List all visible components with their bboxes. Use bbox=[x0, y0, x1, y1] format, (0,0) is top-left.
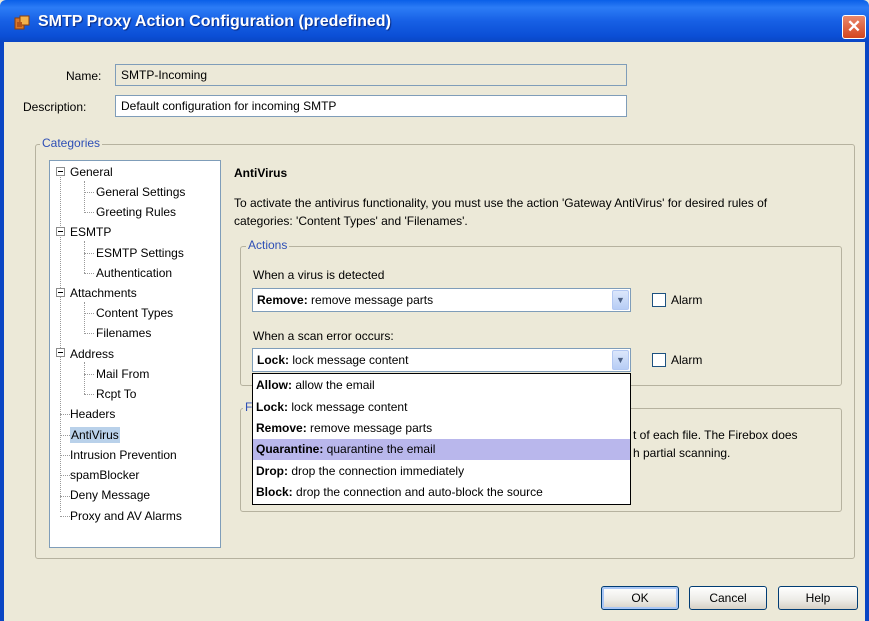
collapse-icon[interactable] bbox=[56, 288, 65, 297]
scan-error-action-dropdown[interactable]: Allow: allow the email Lock: lock messag… bbox=[252, 373, 631, 505]
tree-branch-line bbox=[60, 414, 70, 415]
category-tree[interactable]: General General Settings Greeting Rules … bbox=[49, 160, 221, 548]
tree-branch-line bbox=[60, 496, 70, 497]
tree-root-line bbox=[60, 175, 61, 512]
scan-action-text: lock message content bbox=[289, 353, 409, 367]
tree-branch-line bbox=[84, 374, 94, 375]
tree-branch-line bbox=[84, 302, 85, 334]
scan-error-action-select[interactable]: Lock: lock message content ▼ bbox=[252, 348, 631, 372]
name-field: SMTP-Incoming bbox=[115, 64, 627, 86]
scan-alarm-checkbox[interactable] bbox=[652, 353, 666, 367]
option-bold: Lock: bbox=[256, 400, 289, 414]
option-text: lock message content bbox=[288, 400, 408, 414]
tree-branch-line bbox=[84, 192, 94, 193]
option-bold: Remove: bbox=[256, 421, 307, 435]
virus-detected-label: When a virus is detected bbox=[253, 268, 385, 282]
help-button[interactable]: Help bbox=[778, 586, 858, 610]
dropdown-option-block[interactable]: Block: drop the connection and auto-bloc… bbox=[253, 482, 630, 503]
option-bold: Allow: bbox=[256, 378, 292, 392]
scan-error-label: When a scan error occurs: bbox=[253, 329, 394, 343]
cancel-button[interactable]: Cancel bbox=[689, 586, 767, 610]
tree-item-content-types[interactable]: Content Types bbox=[96, 305, 173, 321]
tree-item-proxy-av-alarms[interactable]: Proxy and AV Alarms bbox=[70, 508, 182, 524]
tree-branch-line bbox=[84, 333, 94, 334]
tree-item-filenames[interactable]: Filenames bbox=[96, 325, 151, 341]
collapse-icon[interactable] bbox=[56, 167, 65, 176]
tree-item-spamblocker[interactable]: spamBlocker bbox=[70, 467, 139, 483]
window-frame-left bbox=[0, 42, 4, 621]
firebox-icon bbox=[14, 15, 30, 30]
tree-branch-line bbox=[84, 362, 85, 394]
tree-item-rcpt-to[interactable]: Rcpt To bbox=[96, 386, 136, 402]
tree-branch-line bbox=[60, 516, 70, 517]
tree-branch-line bbox=[60, 455, 70, 456]
tree-branch-line bbox=[60, 475, 70, 476]
tree-branch-line bbox=[84, 273, 94, 274]
tree-branch-line bbox=[84, 241, 85, 273]
tree-item-general[interactable]: General bbox=[70, 164, 113, 180]
collapse-icon[interactable] bbox=[56, 348, 65, 357]
categories-group-title: Categories bbox=[40, 136, 103, 150]
scan-alarm-label: Alarm bbox=[671, 353, 703, 367]
tree-item-antivirus[interactable]: AntiVirus bbox=[70, 427, 120, 443]
virus-action-bold: Remove: bbox=[257, 293, 308, 307]
description-field[interactable]: Default configuration for incoming SMTP bbox=[115, 95, 627, 117]
window-title: SMTP Proxy Action Configuration (predefi… bbox=[38, 13, 391, 30]
antivirus-description: To activate the antivirus functionality,… bbox=[234, 196, 768, 228]
option-text: drop the connection immediately bbox=[288, 464, 465, 478]
chevron-down-icon[interactable]: ▼ bbox=[612, 350, 629, 370]
virus-action-text: remove message parts bbox=[307, 293, 434, 307]
dropdown-option-drop[interactable]: Drop: drop the connection immediately bbox=[253, 461, 630, 482]
tree-item-esmtp[interactable]: ESMTP bbox=[70, 224, 111, 240]
antivirus-title: AntiVirus bbox=[234, 166, 288, 180]
ok-button[interactable]: OK bbox=[601, 586, 679, 610]
virus-alarm-label: Alarm bbox=[671, 293, 703, 307]
tree-item-headers[interactable]: Headers bbox=[70, 406, 115, 422]
virus-alarm-checkbox[interactable] bbox=[652, 293, 666, 307]
option-text: drop the connection and auto-block the s… bbox=[292, 485, 543, 499]
close-icon[interactable]: ✕ bbox=[842, 15, 866, 39]
scan-action-bold: Lock: bbox=[257, 353, 290, 367]
tree-item-intrusion-prevention[interactable]: Intrusion Prevention bbox=[70, 447, 177, 463]
dropdown-option-lock[interactable]: Lock: lock message content bbox=[253, 397, 630, 418]
title-bar[interactable]: SMTP Proxy Action Configuration (predefi… bbox=[0, 0, 869, 42]
tree-item-authentication[interactable]: Authentication bbox=[96, 265, 172, 281]
dialog-window: SMTP Proxy Action Configuration (predefi… bbox=[0, 0, 869, 621]
tree-branch-line bbox=[84, 313, 94, 314]
tree-branch-line bbox=[84, 212, 94, 213]
tree-branch-line bbox=[84, 253, 94, 254]
tree-branch-line bbox=[60, 435, 70, 436]
dropdown-option-allow[interactable]: Allow: allow the email bbox=[253, 375, 630, 396]
tree-item-attachments[interactable]: Attachments bbox=[70, 285, 137, 301]
option-text: remove message parts bbox=[306, 421, 433, 435]
virus-action-select[interactable]: Remove: remove message parts ▼ bbox=[252, 288, 631, 312]
file-scan-text-line2: h partial scanning. bbox=[633, 446, 731, 460]
name-label: Name: bbox=[66, 69, 102, 83]
tree-item-deny-message[interactable]: Deny Message bbox=[70, 487, 150, 503]
option-bold: Block: bbox=[256, 485, 293, 499]
description-label: Description: bbox=[23, 100, 87, 114]
tree-branch-line bbox=[84, 394, 94, 395]
collapse-icon[interactable] bbox=[56, 227, 65, 236]
window-frame-right bbox=[865, 42, 869, 621]
tree-item-address[interactable]: Address bbox=[70, 346, 114, 362]
tree-item-general-settings[interactable]: General Settings bbox=[96, 184, 185, 200]
option-text: allow the email bbox=[292, 378, 375, 392]
option-text: quarantine the email bbox=[323, 442, 436, 456]
chevron-down-icon[interactable]: ▼ bbox=[612, 290, 629, 310]
tree-item-greeting-rules[interactable]: Greeting Rules bbox=[96, 204, 176, 220]
dropdown-option-remove[interactable]: Remove: remove message parts bbox=[253, 418, 630, 439]
file-scan-text-line1: t of each file. The Firebox does bbox=[633, 428, 798, 442]
tree-branch-line bbox=[84, 181, 85, 213]
option-bold: Drop: bbox=[256, 464, 288, 478]
dropdown-option-quarantine[interactable]: Quarantine: quarantine the email bbox=[253, 439, 630, 460]
option-bold: Quarantine: bbox=[256, 442, 324, 456]
actions-group-title: Actions bbox=[246, 238, 290, 252]
tree-item-esmtp-settings[interactable]: ESMTP Settings bbox=[96, 245, 184, 261]
tree-item-mail-from[interactable]: Mail From bbox=[96, 366, 149, 382]
